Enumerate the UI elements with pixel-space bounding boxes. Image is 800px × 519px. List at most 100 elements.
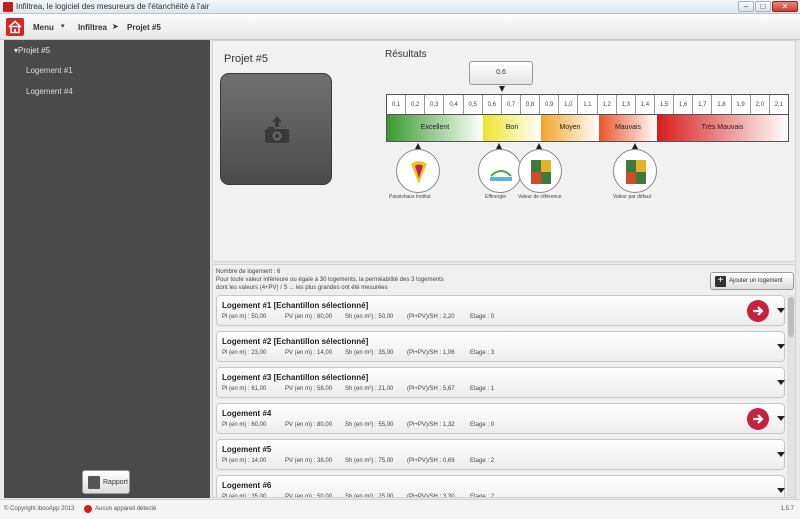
expand-chevron-icon[interactable] <box>777 416 785 421</box>
logement-field-etage: Etage : 0 <box>470 422 494 428</box>
field-value: 1,32 <box>442 422 455 428</box>
list-scrollbar[interactable] <box>787 295 795 497</box>
tree-item-logement-4[interactable]: Logement #4 <box>26 87 73 96</box>
scale-tick: 1,3 <box>617 95 636 114</box>
reference-badge[interactable] <box>518 149 562 193</box>
scale-tick: 1,8 <box>712 95 732 114</box>
app-version: 1.5.7 <box>780 506 794 512</box>
zone-tres-mauvais: Très Mauvais <box>657 115 788 141</box>
menu-button[interactable]: Menu <box>33 23 54 32</box>
expand-chevron-icon[interactable] <box>777 488 785 493</box>
field-label: Etage : <box>470 458 490 464</box>
reference-logo-icon <box>531 160 551 184</box>
field-value: 3,30 <box>442 494 455 498</box>
logement-field-ratio: (Pl+PV)/SH : 1,06 <box>407 350 455 356</box>
field-value: 5,67 <box>442 386 455 392</box>
scale-tick: 1,6 <box>674 95 694 114</box>
add-logement-button[interactable]: + Ajouter un logement <box>710 272 794 290</box>
home-button[interactable] <box>6 18 24 36</box>
zone-mauvais: Mauvais <box>599 115 657 141</box>
expand-chevron-icon[interactable] <box>777 344 785 349</box>
field-value: 25,00 <box>378 494 394 498</box>
scale-tick: 1,0 <box>559 95 579 114</box>
logement-item[interactable]: Logement #6 Pl (en m) : 35,00 PV (en m) : … <box>216 475 785 498</box>
scrollbar-thumb[interactable] <box>788 297 794 337</box>
minimize-button[interactable]: – <box>738 1 754 12</box>
field-label: PV (en m) : <box>285 422 316 428</box>
field-label: Sh (en m²) : <box>345 386 377 392</box>
field-value: 58,00 <box>317 386 333 392</box>
logement-name: Logement #6 <box>222 481 272 490</box>
field-label: Sh (en m²) : <box>345 350 377 356</box>
defaut-label: Valeur par défaut <box>613 194 651 200</box>
logement-item[interactable]: Logement #1 [Echantillon sélectionné] Pl … <box>216 295 785 326</box>
logement-field-pl: Pl (en m) : 35,00 <box>222 494 266 497</box>
status-bar: © Copyright ibooApp 2013 Aucun appareil … <box>0 499 800 519</box>
device-status-icon <box>84 505 92 513</box>
field-value: 21,00 <box>378 386 394 392</box>
logement-item[interactable]: Logement #2 [Echantillon sélectionné] Pl … <box>216 331 785 362</box>
tree-root-project[interactable]: ▾Projet #5 <box>14 46 50 55</box>
scale-tick: 0,3 <box>425 95 445 114</box>
logement-field-pv: PV (en m) : 60,00 <box>285 314 332 320</box>
logements-panel: Nombre de logement : 6 Pour toute valeur… <box>212 264 796 498</box>
logement-field-ratio: (Pl+PV)/SH : 0,69 <box>407 458 455 464</box>
expand-chevron-icon[interactable] <box>777 452 785 457</box>
logement-item[interactable]: Logement #4 Pl (en m) : 60,00 PV (en m) : … <box>216 403 785 434</box>
results-panel: Projet #5 Résultats 0.6 0,1 0,2 0,3 0,4 0,5 0… <box>212 40 796 262</box>
project-title: Projet #5 <box>224 53 269 65</box>
scale-tick: 0,5 <box>464 95 483 114</box>
field-label: (Pl+PV)/SH : <box>407 350 442 356</box>
field-value: 75,00 <box>378 458 394 464</box>
field-label: Pl (en m) : <box>222 422 250 428</box>
field-value: 60,00 <box>251 422 267 428</box>
logement-field-pl: Pl (en m) : 23,00 <box>222 350 266 356</box>
result-pointer-icon <box>499 86 505 92</box>
logement-item[interactable]: Logement #5 Pl (en m) : 14,00 PV (en m) : … <box>216 439 785 470</box>
field-value: 1 <box>490 386 495 392</box>
info-line-1: Pour toute valeur inférieure ou égale à … <box>216 277 444 283</box>
scale-tick: 0,7 <box>502 95 521 114</box>
scale-tick: 1,4 <box>636 95 655 114</box>
tree-item-logement-1[interactable]: Logement #1 <box>26 66 73 75</box>
passivhaus-badge[interactable] <box>396 149 440 193</box>
photo-placeholder[interactable] <box>220 73 332 185</box>
logement-field-etage: Etage : 1 <box>470 386 494 392</box>
rapport-button[interactable]: Rapport <box>82 470 130 494</box>
zone-moyen: Moyen <box>541 115 599 141</box>
logement-field-ratio: (Pl+PV)/SH : 3,30 <box>407 494 455 498</box>
home-icon <box>8 20 22 34</box>
effinergie-badge[interactable] <box>478 149 522 193</box>
defaut-badge[interactable] <box>613 149 657 193</box>
field-value: 2 <box>490 458 495 464</box>
logement-name: Logement #5 <box>222 445 272 454</box>
logement-item[interactable]: Logement #3 [Echantillon sélectionné] Pl … <box>216 367 785 398</box>
expand-chevron-icon[interactable] <box>777 380 785 385</box>
zone-bon: Bon <box>483 115 541 141</box>
breadcrumb-infiltrea[interactable]: Infiltrea <box>78 23 107 32</box>
printer-icon <box>88 476 100 489</box>
close-button[interactable]: ✕ <box>772 1 798 12</box>
reference-label: Valeur de référence <box>518 194 562 200</box>
scale-tick: 2,0 <box>751 95 770 114</box>
open-logement-button[interactable] <box>747 408 769 430</box>
field-value: 2,20 <box>442 314 455 320</box>
maximize-button[interactable]: □ <box>755 1 771 12</box>
expand-chevron-icon[interactable] <box>777 308 785 313</box>
field-label: Pl (en m) : <box>222 350 250 356</box>
breadcrumb-project[interactable]: Projet #5 <box>127 23 161 32</box>
logement-field-sh: Sh (en m²) : 55,00 <box>345 422 393 428</box>
passivhaus-label: Passivhaus Institut <box>389 194 431 200</box>
open-logement-button[interactable] <box>747 300 769 322</box>
logement-field-etage: Etage : 2 <box>470 494 494 497</box>
logement-field-pv: PV (en m) : 80,00 <box>285 422 332 428</box>
field-value: 61,00 <box>251 386 267 392</box>
passivhaus-logo-icon <box>411 161 427 184</box>
field-label: PV (en m) : <box>285 314 316 320</box>
effinergie-label: Effinergie <box>485 194 507 200</box>
logement-field-pl: Pl (en m) : 14,00 <box>222 458 266 464</box>
field-value: 23,00 <box>251 350 267 356</box>
menu-caret-icon[interactable]: ▾ <box>61 22 65 30</box>
field-label: Etage : <box>470 350 490 356</box>
plus-icon: + <box>715 276 726 287</box>
